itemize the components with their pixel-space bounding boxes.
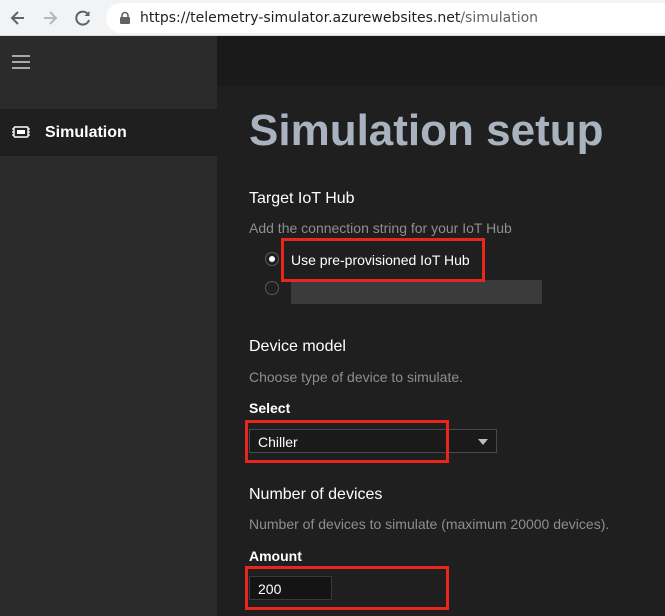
devices-description: Number of devices to simulate (maximum 2… <box>249 516 610 532</box>
preprovisioned-radio[interactable] <box>265 252 279 266</box>
amount-input[interactable]: 200 <box>249 576 332 600</box>
hamburger-menu-icon[interactable] <box>12 55 30 69</box>
sidebar-item-simulation[interactable]: Simulation <box>0 109 217 156</box>
device-model-selected-value: Chiller <box>258 434 298 450</box>
iot-hub-description: Add the connection string for your IoT H… <box>249 220 512 236</box>
url-path: /simulation <box>460 10 539 26</box>
iot-hub-heading: Target IoT Hub <box>249 190 355 207</box>
device-model-description: Choose type of device to simulate. <box>249 369 464 385</box>
devices-heading: Number of devices <box>249 486 383 503</box>
browser-toolbar: https://telemetry-simulator.azurewebsite… <box>0 0 665 36</box>
select-label: Select <box>249 400 291 416</box>
preprovisioned-radio-label[interactable]: Use pre-provisioned IoT Hub <box>291 252 470 268</box>
page-title: Simulation setup <box>249 106 604 155</box>
lock-icon <box>118 11 132 25</box>
reload-icon[interactable] <box>73 8 93 28</box>
device-model-select[interactable]: Chiller <box>249 429 497 453</box>
sidebar-item-label: Simulation <box>45 124 127 141</box>
forward-arrow-icon[interactable] <box>40 8 60 28</box>
custom-connection-radio[interactable] <box>265 281 279 295</box>
back-arrow-icon[interactable] <box>8 8 28 28</box>
url-text: https://telemetry-simulator.azurewebsite… <box>140 10 538 26</box>
address-bar[interactable]: https://telemetry-simulator.azurewebsite… <box>106 3 665 33</box>
amount-value: 200 <box>258 581 282 597</box>
amount-label: Amount <box>249 548 302 564</box>
chip-icon <box>12 125 30 139</box>
connection-string-input[interactable] <box>291 280 542 304</box>
chevron-down-icon <box>478 439 488 445</box>
app-root: Simulation Simulation setup Target IoT H… <box>0 36 665 616</box>
sidebar: Simulation <box>0 36 217 616</box>
device-model-heading: Device model <box>249 338 346 355</box>
url-host: https://telemetry-simulator.azurewebsite… <box>140 10 461 26</box>
top-bar <box>217 36 665 86</box>
